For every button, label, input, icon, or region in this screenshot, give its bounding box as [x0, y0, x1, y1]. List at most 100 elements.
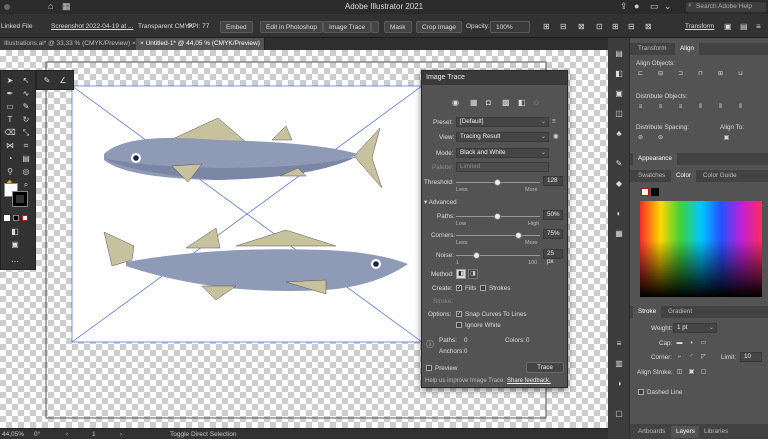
tab-stroke[interactable]: Stroke [633, 306, 662, 318]
threshold-slider[interactable] [456, 179, 540, 186]
auto-color-preset-icon[interactable]: ◉ [452, 98, 459, 107]
crop-image-button[interactable]: Crop Image [416, 21, 462, 33]
width-tool-icon[interactable]: ⋈ [4, 140, 16, 152]
selection-tool-icon[interactable]: ➤ [4, 75, 16, 87]
distribute-spacing-icon[interactable]: ⊞ [612, 22, 619, 32]
close-icon[interactable]: × [140, 40, 144, 47]
threshold-slider-handle[interactable] [494, 179, 501, 186]
noise-slider-handle[interactable] [473, 252, 480, 259]
scale-tool-icon[interactable]: ⤡ [20, 127, 32, 139]
low-color-preset-icon[interactable]: ◘ [486, 98, 491, 107]
black-white-preset-icon[interactable]: ◧ [518, 98, 526, 107]
distribute-top-icon[interactable]: ≡ [636, 103, 645, 112]
embed-button[interactable]: Embed [220, 21, 253, 33]
grayscale-preset-icon[interactable]: ▩ [502, 98, 510, 107]
free-transform-tool-icon[interactable]: ⌗ [20, 140, 32, 152]
distribute-left-icon[interactable]: ⦀ [696, 103, 705, 112]
trace-button[interactable]: Trace [526, 362, 564, 373]
weight-field[interactable]: 1 pt ⌄ [673, 323, 717, 333]
image-trace-dropdown[interactable] [371, 21, 379, 33]
distribute-right-icon[interactable]: ⦀ [736, 103, 745, 112]
default-colors-icon[interactable] [4, 215, 10, 221]
pencil-tool-icon[interactable]: ✎ [20, 101, 32, 113]
tab-layers[interactable]: Layers [671, 426, 700, 438]
distribute-icon[interactable]: ⊟ [560, 22, 567, 32]
tab-appearance[interactable]: Appearance [633, 153, 677, 165]
transform-link[interactable]: Transform [680, 21, 719, 33]
distribute-bottom-icon[interactable]: ≡ [676, 103, 685, 112]
paths-slider[interactable] [456, 213, 540, 220]
ignore-white-checkbox[interactable] [456, 322, 462, 328]
rotation-value[interactable]: 0° [34, 431, 40, 438]
stroke-swatch[interactable] [12, 191, 28, 207]
share-icon[interactable]: ⇪ [620, 1, 628, 12]
projecting-cap-icon[interactable]: ▭ [699, 339, 708, 348]
color-icon[interactable]: ◐ [613, 208, 625, 220]
abutting-method-icon[interactable]: ◧ [456, 269, 466, 279]
curvature-tool-icon[interactable]: ∿ [20, 88, 32, 100]
align-horizontal-center-icon[interactable]: ⊟ [656, 70, 665, 79]
align-vertical-center-icon[interactable]: ⊞ [716, 70, 725, 79]
pathfinder-icon[interactable]: ◫ [613, 108, 625, 120]
overlapping-method-icon[interactable]: ◨ [468, 269, 478, 279]
advanced-toggle[interactable]: ▾ Advanced [424, 199, 457, 206]
eraser-tool-icon[interactable]: ⌫ [4, 127, 16, 139]
align-stroke-inside-icon[interactable]: ▣ [687, 368, 696, 377]
file-name-link[interactable]: Screenshot 2022-04-19 at ... [51, 22, 133, 32]
align-top-edge-icon[interactable]: ⊓ [696, 70, 705, 79]
align-left-edge-icon[interactable]: ⊏ [636, 70, 645, 79]
mask-button[interactable]: Mask [384, 21, 412, 33]
shape-builder-tool-icon[interactable]: ◔ [4, 153, 16, 165]
artboard-number[interactable]: 1 [92, 431, 96, 438]
view-dropdown[interactable]: Tracing Result ⌄ [456, 132, 549, 142]
rectangle-tool-icon[interactable]: ▭ [4, 101, 16, 113]
align-middle-icon[interactable]: ⊡ [596, 22, 603, 32]
swatches-icon[interactable]: ▦ [613, 228, 625, 240]
screen-mode-icon[interactable]: ▣ [9, 239, 21, 251]
preset-menu-icon[interactable]: ≡ [552, 118, 556, 125]
tab-artboards[interactable]: Artboards [633, 426, 671, 438]
color-spectrum[interactable] [640, 201, 762, 297]
noise-slider[interactable] [456, 252, 540, 259]
round-cap-icon[interactable]: ◖ [687, 339, 696, 348]
avatar[interactable]: ● [634, 1, 639, 11]
layers-icon[interactable]: ◧ [613, 68, 625, 80]
snap-curves-checkbox[interactable]: ✓ [456, 311, 462, 317]
drawing-modes-icon[interactable]: ◧ [9, 226, 21, 238]
threshold-field[interactable]: 128 [543, 176, 563, 186]
corners-field[interactable]: 75% [543, 229, 563, 239]
libraries-icon[interactable]: ▣ [613, 88, 625, 100]
paths-field[interactable]: 50% [543, 210, 563, 220]
align-bottom-icon[interactable]: ⊟ [628, 22, 635, 32]
search-field[interactable]: ⌕ Search Adobe Help [686, 2, 766, 12]
graphic-styles-icon[interactable]: ◆ [613, 178, 625, 190]
properties-icon[interactable]: ▤ [613, 48, 625, 60]
preset-dropdown[interactable]: [Default] ⌄ [456, 117, 549, 127]
zoom-tool-icon[interactable]: ⌕ [20, 179, 32, 191]
outline-preset-icon[interactable]: ◌ [534, 98, 539, 107]
symbols-icon[interactable]: ♣ [613, 128, 625, 140]
strokes-checkbox[interactable] [480, 285, 486, 291]
align-left-icon[interactable]: ⊠ [645, 22, 652, 32]
pen-tool-icon[interactable]: ✒ [4, 88, 16, 100]
stroke-icon[interactable]: ≡ [613, 338, 625, 350]
direct-selection-tool-icon[interactable]: ↖ [20, 75, 32, 87]
preview-checkbox[interactable] [426, 365, 432, 371]
align-icon[interactable]: ⊞ [543, 22, 550, 32]
tab-libraries[interactable]: Libraries [699, 426, 734, 438]
high-color-preset-icon[interactable]: ▦ [470, 98, 478, 107]
chevron-down-icon[interactable]: ⌄ [664, 1, 672, 12]
eyedropper-tool-icon[interactable]: ⚲ [4, 166, 16, 178]
distribute-vcenter-icon[interactable]: ≡ [656, 103, 665, 112]
next-artboard-icon[interactable]: › [120, 431, 122, 438]
arrange-icon[interactable]: ▭ [650, 1, 659, 12]
edit-photoshop-button[interactable]: Edit in Photoshop [260, 21, 323, 33]
align-to-selection-icon[interactable]: ▣ [722, 134, 731, 143]
more-tools-icon[interactable]: ⋯ [9, 256, 21, 268]
align-bottom-edge-icon[interactable]: ⊔ [736, 70, 745, 79]
select-similar-icon[interactable]: ▤ [740, 22, 748, 32]
tab-color[interactable]: Color [671, 170, 697, 182]
color-mode-icon[interactable] [13, 215, 19, 221]
tab-gradient[interactable]: Gradient [663, 306, 698, 318]
none-mode-icon[interactable] [22, 215, 28, 221]
